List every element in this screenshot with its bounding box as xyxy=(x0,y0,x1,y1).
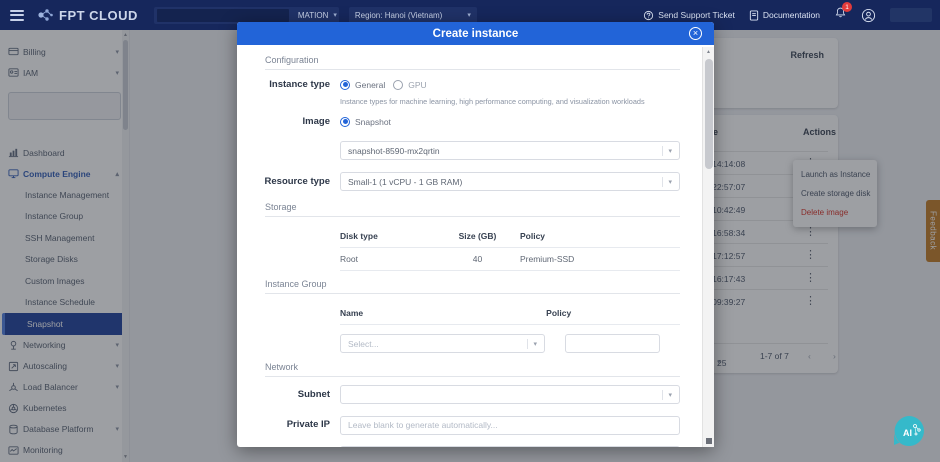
menu-icon[interactable] xyxy=(10,7,24,23)
section-storage: Storage xyxy=(265,202,680,217)
profile-icon[interactable] xyxy=(861,8,876,23)
fpt-molecule-icon xyxy=(36,7,54,23)
ig-header-policy: Policy xyxy=(546,308,571,318)
notification-badge: 1 xyxy=(842,2,852,12)
close-icon[interactable]: × xyxy=(689,27,702,40)
section-configuration: Configuration xyxy=(265,55,680,70)
instance-group-policy-input[interactable] xyxy=(565,334,660,353)
radio-gpu[interactable]: GPU xyxy=(393,80,426,90)
instance-group-name-select[interactable]: Select... ▾ xyxy=(340,334,545,353)
support-icon xyxy=(643,10,654,21)
ig-header-name: Name xyxy=(340,308,363,318)
modal-header: Create instance × xyxy=(237,22,714,45)
private-ip-label: Private IP xyxy=(237,419,330,430)
floating-ip-select[interactable]: Select an IP to allocate now. Leave blan… xyxy=(340,446,680,448)
image-label: Image xyxy=(237,116,330,127)
instance-group-table: Name Policy Select... ▾ xyxy=(340,302,680,353)
scroll-up-icon[interactable]: ▲ xyxy=(706,49,711,55)
brand-logo[interactable]: FPT CLOUD xyxy=(36,7,138,23)
resource-type-label: Resource type xyxy=(237,176,330,187)
radio-unselected-icon[interactable] xyxy=(393,80,403,90)
send-support-ticket-link[interactable]: Send Support Ticket xyxy=(643,10,735,21)
modal-scrollbar[interactable]: ▲ xyxy=(702,47,714,447)
radio-snapshot[interactable]: Snapshot xyxy=(340,117,391,127)
resource-type-select[interactable]: Small-1 (1 vCPU - 1 GB RAM) ▾ xyxy=(340,172,680,191)
snapshot-select[interactable]: snapshot-8590-mx2qrtin ▾ xyxy=(340,141,680,160)
subnet-select[interactable]: ▾ xyxy=(340,385,680,404)
radio-general[interactable]: General xyxy=(340,80,385,90)
subnet-label: Subnet xyxy=(237,389,330,400)
radio-selected-icon[interactable] xyxy=(340,80,350,90)
storage-header-size: Size (GB) xyxy=(435,231,520,241)
create-instance-modal: Create instance × Configuration Instance… xyxy=(237,22,714,447)
storage-header-policy: Policy xyxy=(520,231,680,241)
documentation-link[interactable]: Documentation xyxy=(749,10,820,21)
region-selector[interactable]: Region: Hanoi (Vietnam) ▾ xyxy=(349,7,477,24)
section-network: Network xyxy=(265,362,680,377)
instance-type-help: Instance types for machine learning, hig… xyxy=(340,97,680,106)
chevron-down-icon: ▾ xyxy=(668,391,672,399)
redacted-project-name xyxy=(157,9,289,22)
notifications-button[interactable]: 1 xyxy=(834,6,847,24)
project-selector[interactable]: MATION ▾ xyxy=(154,7,339,24)
instance-type-label: Instance type xyxy=(237,79,330,90)
private-ip-input[interactable] xyxy=(340,416,680,435)
modal-body: Configuration Instance type General GPU … xyxy=(237,45,702,447)
chevron-down-icon: ▾ xyxy=(533,340,537,348)
svg-text:AI: AI xyxy=(903,428,912,438)
section-instance-group: Instance Group xyxy=(265,279,680,294)
chevron-down-icon: ▾ xyxy=(668,178,672,186)
storage-header-disk-type: Disk type xyxy=(340,231,435,241)
chevron-down-icon: ▾ xyxy=(328,11,337,19)
chevron-down-icon: ▾ xyxy=(668,147,672,155)
ai-assistant-button[interactable]: AI xyxy=(892,414,926,448)
radio-selected-icon[interactable] xyxy=(340,117,350,127)
redacted-username xyxy=(890,8,932,22)
storage-table: Disk type Size (GB) Policy Root 40 Premi… xyxy=(340,225,680,271)
brand-name: FPT CLOUD xyxy=(59,8,138,23)
chevron-down-icon: ▾ xyxy=(462,11,471,19)
documentation-icon xyxy=(749,10,759,21)
modal-title: Create instance xyxy=(433,28,519,40)
storage-row: Root 40 Premium-SSD xyxy=(340,248,680,271)
scroll-down-icon[interactable] xyxy=(706,438,712,444)
